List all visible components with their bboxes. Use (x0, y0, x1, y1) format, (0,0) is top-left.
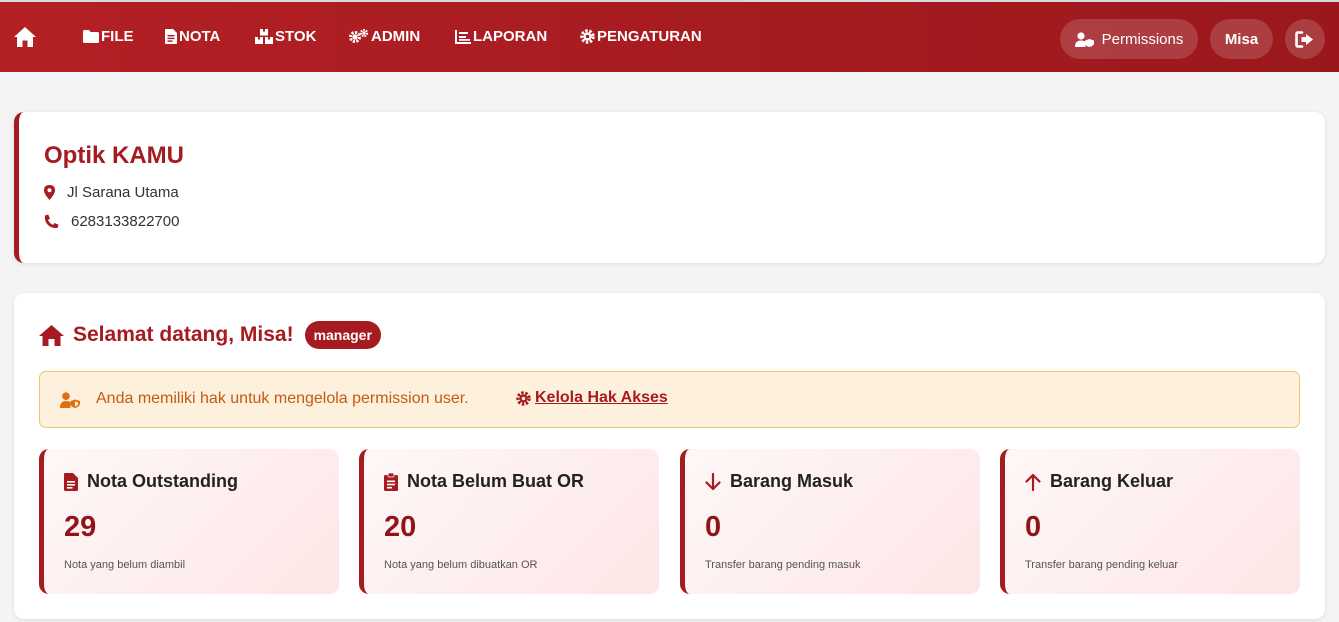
nav-laporan[interactable]: LAPORAN (455, 28, 547, 45)
user-shield-icon (1074, 31, 1094, 47)
store-phone-row: 6283133822700 (44, 213, 179, 230)
gear-icon (516, 390, 531, 406)
role-badge: manager (304, 321, 381, 349)
logout-button[interactable] (1285, 19, 1325, 59)
home-icon[interactable] (12, 24, 38, 50)
logout-icon (1295, 30, 1313, 48)
map-marker-icon (44, 185, 55, 200)
permissions-label: Permissions (1101, 30, 1184, 48)
arrow-up-icon (1025, 473, 1041, 491)
cogs-icon (349, 29, 369, 43)
user-shield-icon (60, 392, 80, 408)
file-invoice-icon (165, 29, 177, 44)
clipboard-icon (384, 472, 398, 491)
store-address: Jl Sarana Utama (67, 184, 179, 201)
store-phone: 6283133822700 (71, 213, 180, 230)
stat-title: Barang Masuk (730, 471, 854, 491)
nav-admin[interactable]: ADMIN (349, 28, 420, 45)
store-info-card: Optik KAMU Jl Sarana Utama 6283133822700 (14, 112, 1325, 263)
boxes-icon (255, 29, 273, 44)
nav-nota[interactable]: NOTA (165, 28, 220, 45)
stat-desc: Transfer barang pending masuk (705, 559, 861, 571)
folder-icon (83, 30, 99, 43)
welcome-header: Selamat datang, Misa! manager (39, 321, 381, 349)
stat-desc: Transfer barang pending keluar (1025, 559, 1179, 571)
nav-file[interactable]: FILE (83, 28, 134, 45)
stat-value: 29 (64, 511, 97, 543)
stat-desc: Nota yang belum dibuatkan OR (384, 559, 538, 571)
welcome-card: Selamat datang, Misa! manager Anda memil… (14, 293, 1325, 619)
kelola-hak-akses-label: Kelola Hak Akses (535, 389, 668, 406)
store-address-row: Jl Sarana Utama (44, 184, 179, 201)
stat-title: Barang Keluar (1050, 471, 1174, 491)
stat-value: 0 (705, 511, 722, 543)
nav-file-label: FILE (101, 28, 134, 45)
file-icon (64, 472, 78, 491)
user-name-label: Misa (1224, 30, 1259, 48)
alert-message: Anda memiliki hak untuk mengelola permis… (96, 390, 469, 407)
permissions-button[interactable]: Permissions (1060, 19, 1198, 59)
home-icon (39, 324, 64, 346)
nav-laporan-label: LAPORAN (473, 28, 548, 45)
kelola-hak-akses-link[interactable]: Kelola Hak Akses (516, 389, 668, 407)
stat-value: 0 (1025, 511, 1042, 543)
nav-pengaturan-label: PENGATURAN (597, 28, 702, 45)
stat-title: Nota Belum Buat OR (407, 471, 585, 491)
nav-stok-label: STOK (275, 28, 317, 45)
chart-icon (455, 29, 471, 44)
stat-card-nota-belum-or[interactable]: Nota Belum Buat OR 20 Nota yang belum di… (359, 449, 659, 594)
arrow-down-icon (705, 472, 721, 490)
gear-icon (580, 29, 595, 44)
stat-title: Nota Outstanding (87, 471, 238, 491)
nav-nota-label: NOTA (179, 28, 221, 45)
stat-card-barang-keluar[interactable]: Barang Keluar 0 Transfer barang pending … (1000, 449, 1300, 594)
welcome-greeting: Selamat datang, Misa! (73, 323, 294, 346)
stat-desc: Nota yang belum diambil (64, 559, 186, 571)
permission-alert: Anda memiliki hak untuk mengelola permis… (39, 371, 1300, 428)
nav-pengaturan[interactable]: PENGATURAN (580, 28, 702, 45)
store-name: Optik KAMU (44, 142, 184, 169)
user-menu-button[interactable]: Misa (1210, 19, 1273, 59)
stat-card-nota-outstanding[interactable]: Nota Outstanding 29 Nota yang belum diam… (39, 449, 339, 594)
stat-card-barang-masuk[interactable]: Barang Masuk 0 Transfer barang pending m… (680, 449, 980, 594)
phone-icon (44, 214, 59, 229)
stat-value: 20 (384, 511, 417, 543)
nav-admin-label: ADMIN (371, 28, 421, 45)
top-navbar: FILE NOTA STOK ADMIN LAPORAN PENGATURAN … (0, 0, 1339, 72)
nav-stok[interactable]: STOK (255, 28, 316, 45)
